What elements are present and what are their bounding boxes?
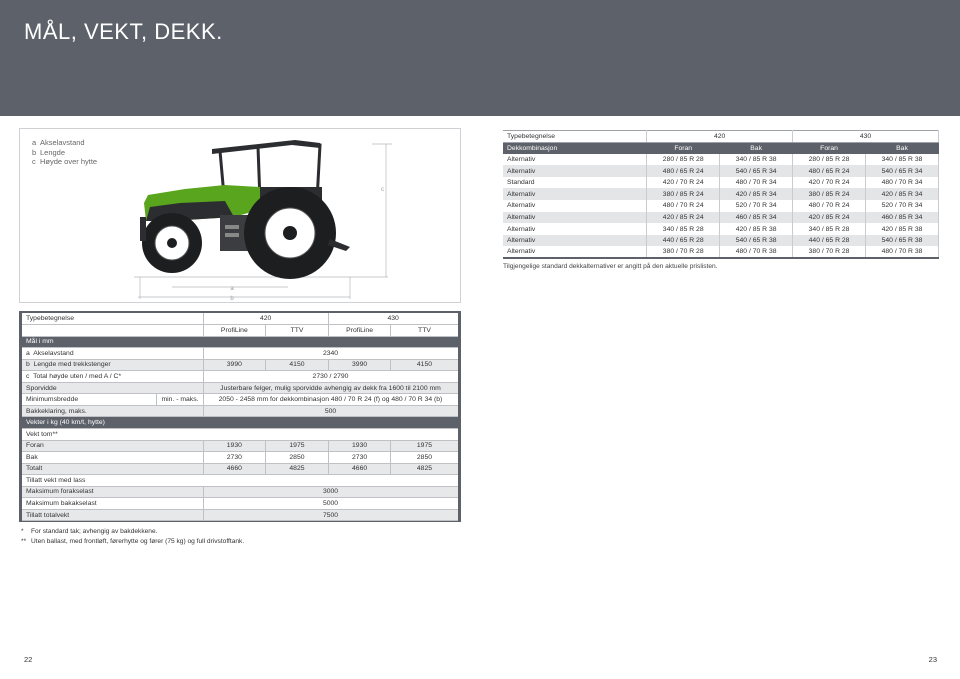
table-row: a Akselavstand 2340: [22, 347, 458, 360]
table-row: Maksimum bakakselast 5000: [22, 497, 458, 510]
table-row: Totalt 4660 4825 4660 4825: [22, 463, 458, 476]
table-row: Bakkeklaring, maks. 500: [22, 405, 458, 418]
table-row: Alternativ 280 / 85 R 28 340 / 85 R 38 280 …: [503, 153, 939, 166]
section-header-weights: Vekter i kg (40 km/t, hytte): [22, 416, 458, 429]
table-row: c Total høyde uten / med A / C* 2730 / 2…: [22, 370, 458, 383]
table-row: Maksimum forakselast 3000: [22, 486, 458, 499]
table-row: Standard 420 / 70 R 24 480 / 70 R 34 420 / …: [503, 176, 939, 189]
specifications-table: Typebetegnelse 420 430 ProfiLine TTV Pro…: [22, 313, 458, 522]
footnote-1: * For standard tak; avhengig av bakdekken…: [21, 528, 158, 535]
page-number-right: 23: [928, 655, 937, 664]
table-row: Alternativ 480 / 70 R 24 520 / 70 R 34 480 …: [503, 200, 939, 212]
section-header-dimensions: Mål i mm: [22, 336, 458, 349]
title-banner: MÅL, VEKT, DEKK.: [0, 0, 960, 116]
tractor-drawing-panel: a Akselavstand b Lengde c Høyde over hytte …: [19, 128, 461, 303]
tyre-combinations-table: Typebetegnelse 420 430 Dekkombinasjon Fo…: [503, 130, 939, 259]
table-row: Sporvidde Justerbare felger, mulig sporv…: [22, 382, 458, 395]
tyre-table-note: Tilgjengelige standard dekkalternativer …: [503, 263, 718, 270]
table-row: Foran 1930 1975 1930 1975: [22, 440, 458, 453]
footnotes: * For standard tak; avhengig av bakdekken…: [21, 527, 244, 546]
table-row: Alternativ 480 / 65 R 24 540 / 65 R 34 480 …: [503, 165, 939, 177]
table-row: Alternativ 440 / 65 R 28 540 / 65 R 38 440 …: [503, 234, 939, 247]
table-row: Alternativ 380 / 85 R 24 420 / 85 R 34 380 …: [503, 188, 939, 201]
table-row: Vekt tom**: [22, 428, 458, 441]
tyre-table-header-row: Dekkombinasjon Foran Bak Foran Bak: [503, 142, 939, 154]
tractor-side-view-illustration: a b c: [134, 140, 392, 302]
page-number-left: 22: [24, 655, 33, 664]
table-row: Bak 2730 2850 2730 2850: [22, 451, 458, 464]
page-title: MÅL, VEKT, DEKK.: [24, 19, 223, 44]
specifications-panel: Typebetegnelse 420 430 ProfiLine TTV Pro…: [19, 311, 461, 522]
table-row: Tillatt totalvekt 7500: [22, 509, 458, 522]
table-row: Alternativ 380 / 70 R 28 480 / 70 R 38 380 …: [503, 246, 939, 259]
dim-label-c: c: [381, 187, 384, 193]
table-row: Tillatt vekt med lass: [22, 474, 458, 487]
table-row: Alternativ 340 / 85 R 28 420 / 85 R 38 340 …: [503, 223, 939, 235]
tyre-table-model-row: Typebetegnelse 420 430: [503, 130, 939, 143]
table-row: b Lengde med trekkstenger 3990 4150 3990…: [22, 359, 458, 372]
table-row: Minimumsbredde min. - maks. 2050 - 2458 …: [22, 393, 458, 406]
footnote-2: ** Uten ballast, med frontløft, førerhytt…: [21, 537, 245, 545]
spec-model-row: Typebetegnelse 420 430: [22, 313, 458, 326]
spec-variant-row: ProfiLine TTV ProfiLine TTV: [22, 324, 458, 337]
table-row: Alternativ 420 / 85 R 24 460 / 85 R 34 420 …: [503, 211, 939, 224]
